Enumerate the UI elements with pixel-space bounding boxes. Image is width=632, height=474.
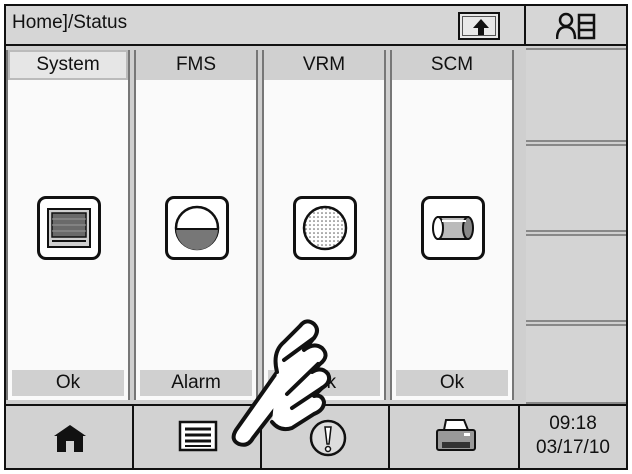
header-bar: Home]/Status <box>6 6 526 46</box>
column-title: System <box>8 50 128 80</box>
clock-time: 09:18 <box>549 413 597 434</box>
clock-date: 03/17/10 <box>536 437 610 458</box>
printer-button[interactable] <box>390 406 520 468</box>
fms-tank-icon[interactable] <box>165 196 229 260</box>
home-icon <box>54 425 86 452</box>
up-button[interactable] <box>458 12 500 40</box>
column-title: FMS <box>136 50 256 80</box>
column-title: VRM <box>264 50 384 80</box>
pointing-hand-icon <box>231 319 332 447</box>
list-icon <box>178 420 218 452</box>
system-monitor-icon[interactable] <box>37 196 101 260</box>
column-status: Ok <box>396 370 508 396</box>
vrm-dotted-circle-icon[interactable] <box>293 196 357 260</box>
printer-icon <box>436 419 476 451</box>
side-button-3[interactable] <box>526 234 626 322</box>
column-system[interactable]: System Ok <box>6 50 130 400</box>
column-title: SCM <box>392 50 512 80</box>
breadcrumb[interactable]: Home]/Status <box>12 12 127 34</box>
home-button[interactable] <box>6 406 134 468</box>
column-status: Ok <box>12 370 124 396</box>
up-arrow-icon <box>473 19 489 35</box>
column-scm[interactable]: SCM Ok <box>390 50 514 400</box>
side-button-1[interactable] <box>526 48 626 142</box>
side-button-4[interactable] <box>526 324 626 404</box>
clock: 09:18 03/17/10 <box>520 406 626 468</box>
scm-cylinder-icon[interactable] <box>421 196 485 260</box>
user-list-button[interactable] <box>526 6 626 46</box>
user-list-icon <box>556 12 596 40</box>
side-button-2[interactable] <box>526 144 626 232</box>
